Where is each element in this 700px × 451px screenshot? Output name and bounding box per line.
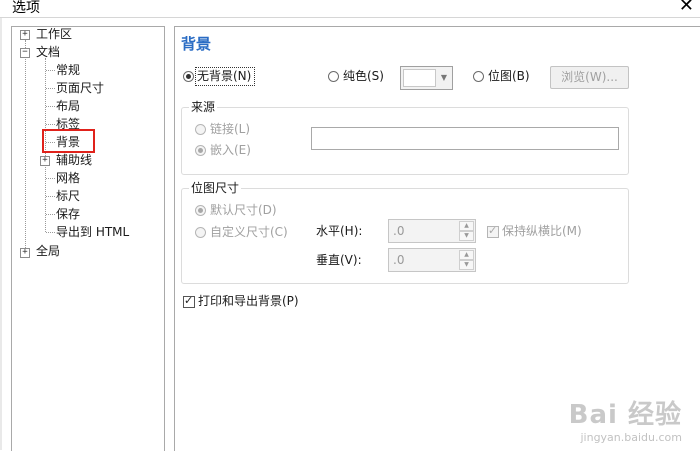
horizontal-stepper[interactable]: .0 ▲ ▼	[388, 219, 476, 243]
vertical-label: 垂直(V):	[316, 253, 362, 267]
embed-radio[interactable]	[195, 145, 206, 156]
watermark-brand: Bai 经验	[568, 400, 682, 430]
watermark: Bai 经验 jingyan.baidu.com	[569, 394, 682, 444]
link-label[interactable]: 链接(L)	[210, 121, 250, 137]
tree-item-page-size[interactable]: 页面尺寸	[56, 80, 104, 96]
keep-aspect-checkbox[interactable]	[487, 224, 499, 238]
horizontal-value: .0	[393, 224, 405, 238]
horizontal-label: 水平(H):	[316, 224, 363, 238]
expand-icon[interactable]: +	[20, 248, 30, 258]
tree-item-global[interactable]: 全局	[36, 243, 60, 259]
expand-icon[interactable]: +	[40, 156, 50, 166]
watermark-url: jingyan.baidu.com	[580, 431, 682, 444]
tree-connector	[46, 124, 55, 125]
vertical-value: .0	[393, 253, 405, 267]
window-title: 选项	[12, 0, 40, 16]
chevron-down-icon[interactable]: ▼	[459, 260, 474, 270]
print-export-label[interactable]: 打印和导出背景(P)	[198, 293, 299, 309]
selection-highlight	[42, 129, 95, 153]
tree-item-workspace[interactable]: 工作区	[36, 26, 72, 42]
tree-connector	[46, 178, 55, 179]
collapse-icon[interactable]: −	[20, 48, 30, 58]
bitmap-label[interactable]: 位图(B)	[488, 68, 530, 84]
tree-item-rulers[interactable]: 标尺	[56, 188, 80, 204]
link-radio[interactable]	[195, 124, 206, 135]
tree-connector	[46, 88, 55, 89]
chevron-up-icon[interactable]: ▲	[459, 221, 474, 231]
keep-aspect-label[interactable]: 保持纵横比(M)	[502, 223, 582, 239]
tree-item-layout[interactable]: 布局	[56, 98, 80, 114]
dropdown-arrow-icon[interactable]: ▼	[438, 70, 450, 86]
color-swatch	[403, 69, 436, 87]
page-title: 背景	[181, 35, 212, 53]
default-size-label[interactable]: 默认尺寸(D)	[210, 202, 277, 218]
focus-indicator	[195, 67, 255, 86]
expand-icon[interactable]: +	[20, 30, 30, 40]
bitmap-radio[interactable]	[473, 71, 484, 82]
solid-color-label[interactable]: 纯色(S)	[343, 68, 384, 84]
window-edge	[0, 18, 2, 450]
chevron-down-icon[interactable]: ▼	[459, 231, 474, 241]
embed-label[interactable]: 嵌入(E)	[210, 142, 251, 158]
tree-connector	[46, 106, 55, 107]
file-path-input[interactable]	[311, 127, 619, 150]
tree-item-grid[interactable]: 网格	[56, 170, 80, 186]
bitmap-size-legend: 位图尺寸	[189, 180, 242, 196]
tree-connector	[46, 214, 55, 215]
print-export-checkbox[interactable]	[183, 294, 195, 308]
browse-button[interactable]: 浏览(W)...	[550, 66, 629, 89]
tree-item-export-html[interactable]: 导出到 HTML	[56, 224, 129, 240]
default-size-radio[interactable]	[195, 205, 206, 216]
tree-connector	[46, 232, 55, 233]
custom-size-radio[interactable]	[195, 227, 206, 238]
tree-item-general[interactable]: 常规	[56, 62, 80, 78]
solid-color-radio[interactable]	[328, 71, 339, 82]
close-icon[interactable]: ✕	[679, 0, 694, 16]
tree-item-save[interactable]: 保存	[56, 206, 80, 222]
tree-item-document[interactable]: 文档	[36, 44, 60, 60]
color-picker[interactable]: ▼	[400, 66, 453, 90]
chevron-up-icon[interactable]: ▲	[459, 250, 474, 260]
tree-connector	[25, 40, 26, 252]
tree-connector	[46, 70, 55, 71]
tree-item-guidelines[interactable]: 辅助线	[56, 152, 92, 168]
title-bar: 选项 ✕	[0, 0, 700, 18]
tree-connector	[46, 196, 55, 197]
vertical-stepper[interactable]: .0 ▲ ▼	[388, 248, 476, 272]
custom-size-label[interactable]: 自定义尺寸(C)	[210, 224, 288, 240]
source-legend: 来源	[189, 99, 218, 115]
no-background-radio[interactable]	[183, 71, 194, 82]
title-divider	[0, 17, 700, 18]
